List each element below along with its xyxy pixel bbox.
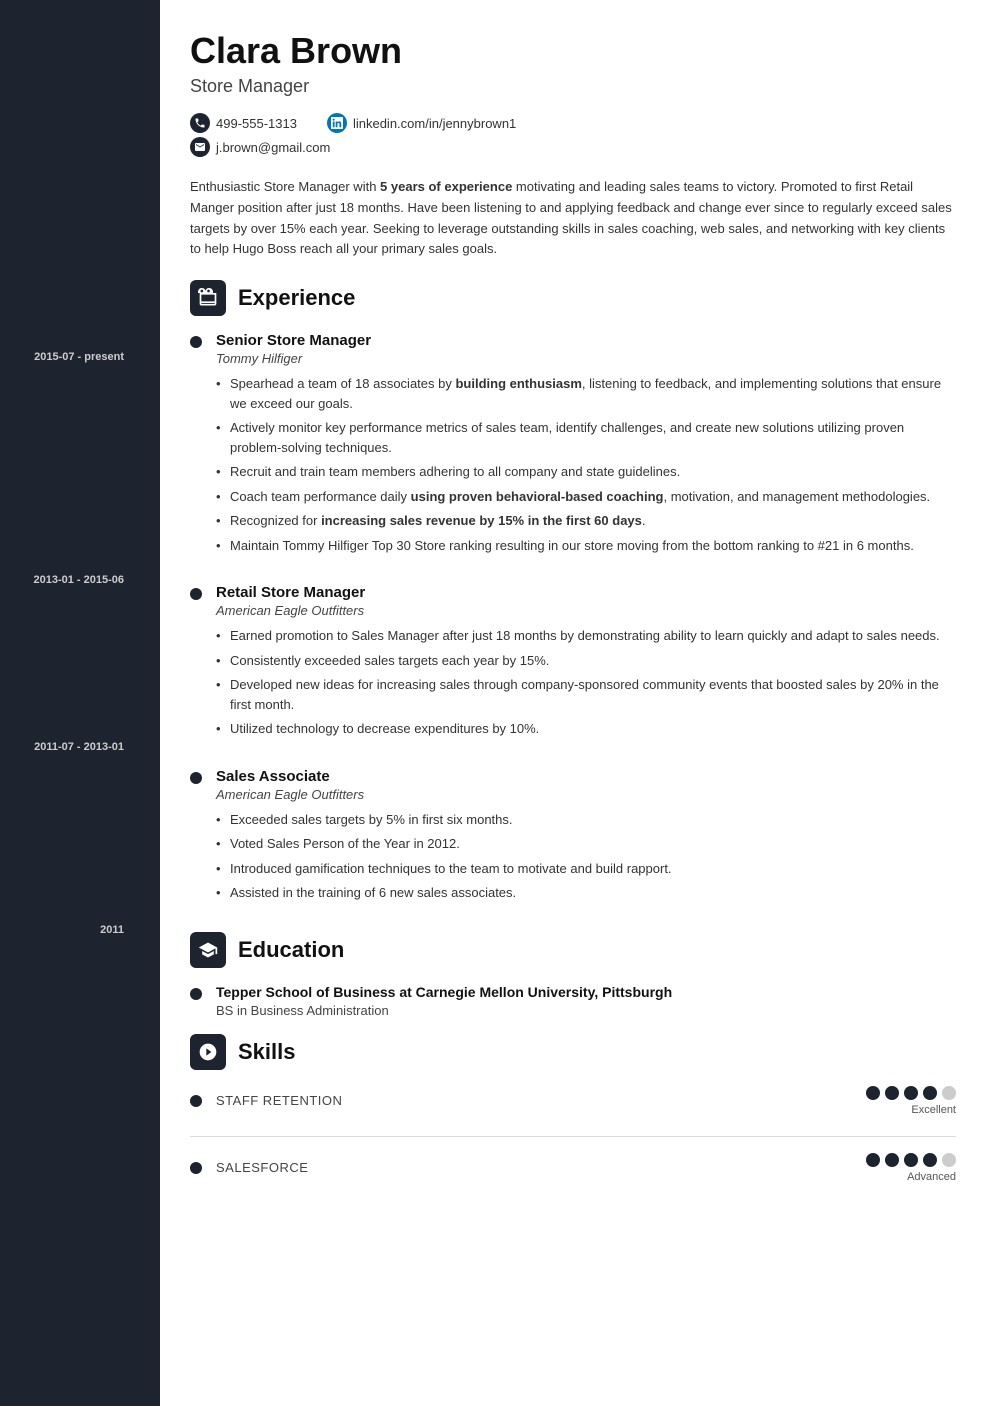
bullets-3: Exceeded sales targets by 5% in first si… [216, 810, 956, 903]
email-contact: j.brown@gmail.com [190, 137, 330, 157]
experience-entry-2: Retail Store Manager American Eagle Outf… [190, 584, 956, 744]
bullet-2-3: Developed new ideas for increasing sales… [216, 675, 956, 714]
contact-row-1: 499-555-1313 linkedin.com/in/jennybrown1 [190, 113, 956, 133]
dot-2-3 [904, 1153, 918, 1167]
experience-title: Experience [238, 285, 355, 311]
linkedin-contact: linkedin.com/in/jennybrown1 [327, 113, 516, 133]
bullet-2-1: Earned promotion to Sales Manager after … [216, 626, 956, 646]
dot-2-1 [866, 1153, 880, 1167]
linkedin-url: linkedin.com/in/jennybrown1 [353, 116, 516, 131]
experience-icon [190, 280, 226, 316]
job-title-1: Senior Store Manager [216, 332, 956, 349]
email-icon [190, 137, 210, 157]
skill-bullet-1 [190, 1095, 202, 1107]
degree: BS in Business Administration [216, 1003, 956, 1018]
dots-row-1 [866, 1086, 956, 1100]
linkedin-icon [327, 113, 347, 133]
company-1: Tommy Hilfiger [216, 351, 956, 366]
candidate-title: Store Manager [190, 76, 956, 97]
bullet-3-2: Voted Sales Person of the Year in 2012. [216, 834, 956, 854]
dot-2-5 [942, 1153, 956, 1167]
education-entry-1: Tepper School of Business at Carnegie Me… [190, 984, 956, 1018]
bullet-1-3: Recruit and train team members adhering … [216, 462, 956, 482]
entry-bullet-1 [190, 336, 202, 348]
skill-row-2: SALESFORCE Advanced [190, 1153, 956, 1183]
resume-container: 2015-07 - present 2013-01 - 2015-06 2011… [0, 0, 996, 1406]
dot-1-5 [942, 1086, 956, 1100]
education-section-header: Education [190, 932, 956, 968]
entry-bullet-3 [190, 772, 202, 784]
skill-divider [190, 1136, 956, 1137]
date-retail-store-manager: 2013-01 - 2015-06 [0, 363, 160, 586]
bullet-1-2: Actively monitor key performance metrics… [216, 418, 956, 457]
skills-title: Skills [238, 1039, 295, 1065]
bullet-1-5: Recognized for increasing sales revenue … [216, 511, 956, 531]
dot-1-2 [885, 1086, 899, 1100]
date-senior-store-manager: 2015-07 - present [0, 200, 160, 363]
skill-row-1: STAFF RETENTION Excellent [190, 1086, 956, 1116]
edu-bullet-1 [190, 988, 202, 1000]
candidate-name: Clara Brown [190, 30, 956, 72]
dots-row-2 [866, 1153, 956, 1167]
phone-number: 499-555-1313 [216, 116, 297, 131]
header: Clara Brown Store Manager 499-555-1313 [190, 30, 956, 157]
skill-label-2: Advanced [907, 1171, 956, 1183]
phone-contact: 499-555-1313 [190, 113, 297, 133]
skill-dots-2: Advanced [866, 1153, 956, 1183]
bullet-1-4: Coach team performance daily using prove… [216, 487, 956, 507]
dot-2-4 [923, 1153, 937, 1167]
contact-row-2: j.brown@gmail.com [190, 137, 956, 157]
date-education: 2011 [0, 753, 160, 936]
institution-name: Tepper School of Business at Carnegie Me… [216, 984, 956, 1000]
entry-content-3: Sales Associate American Eagle Outfitter… [216, 768, 956, 908]
bullets-1: Spearhead a team of 18 associates by bui… [216, 374, 956, 555]
experience-entry-1: Senior Store Manager Tommy Hilfiger Spea… [190, 332, 956, 560]
company-2: American Eagle Outfitters [216, 603, 956, 618]
entry-bullet-2 [190, 588, 202, 600]
phone-icon [190, 113, 210, 133]
dot-1-4 [923, 1086, 937, 1100]
skill-name-2: SALESFORCE [216, 1160, 866, 1175]
experience-section-header: Experience [190, 280, 956, 316]
date-sales-associate: 2011-07 - 2013-01 [0, 586, 160, 753]
bullets-2: Earned promotion to Sales Manager after … [216, 626, 956, 739]
main-content: Clara Brown Store Manager 499-555-1313 [160, 0, 996, 1406]
edu-content-1: Tepper School of Business at Carnegie Me… [216, 984, 956, 1018]
company-3: American Eagle Outfitters [216, 787, 956, 802]
skill-bullet-2 [190, 1162, 202, 1174]
dot-2-2 [885, 1153, 899, 1167]
dot-1-1 [866, 1086, 880, 1100]
entry-content-1: Senior Store Manager Tommy Hilfiger Spea… [216, 332, 956, 560]
bullet-1-1: Spearhead a team of 18 associates by bui… [216, 374, 956, 413]
bullet-3-1: Exceeded sales targets by 5% in first si… [216, 810, 956, 830]
skill-label-1: Excellent [911, 1104, 956, 1116]
sidebar: 2015-07 - present 2013-01 - 2015-06 2011… [0, 0, 160, 1406]
skills-icon [190, 1034, 226, 1070]
skill-name-1: STAFF RETENTION [216, 1093, 866, 1108]
bullet-2-2: Consistently exceeded sales targets each… [216, 651, 956, 671]
summary: Enthusiastic Store Manager with 5 years … [190, 177, 956, 260]
skill-dots-1: Excellent [866, 1086, 956, 1116]
bullet-1-6: Maintain Tommy Hilfiger Top 30 Store ran… [216, 536, 956, 556]
job-title-2: Retail Store Manager [216, 584, 956, 601]
job-title-3: Sales Associate [216, 768, 956, 785]
email-address: j.brown@gmail.com [216, 140, 330, 155]
education-icon [190, 932, 226, 968]
bullet-3-3: Introduced gamification techniques to th… [216, 859, 956, 879]
entry-content-2: Retail Store Manager American Eagle Outf… [216, 584, 956, 744]
bullet-2-4: Utilized technology to decrease expendit… [216, 719, 956, 739]
dot-1-3 [904, 1086, 918, 1100]
experience-entry-3: Sales Associate American Eagle Outfitter… [190, 768, 956, 908]
bullet-3-4: Assisted in the training of 6 new sales … [216, 883, 956, 903]
education-title: Education [238, 937, 344, 963]
skills-section-header: Skills [190, 1034, 956, 1070]
